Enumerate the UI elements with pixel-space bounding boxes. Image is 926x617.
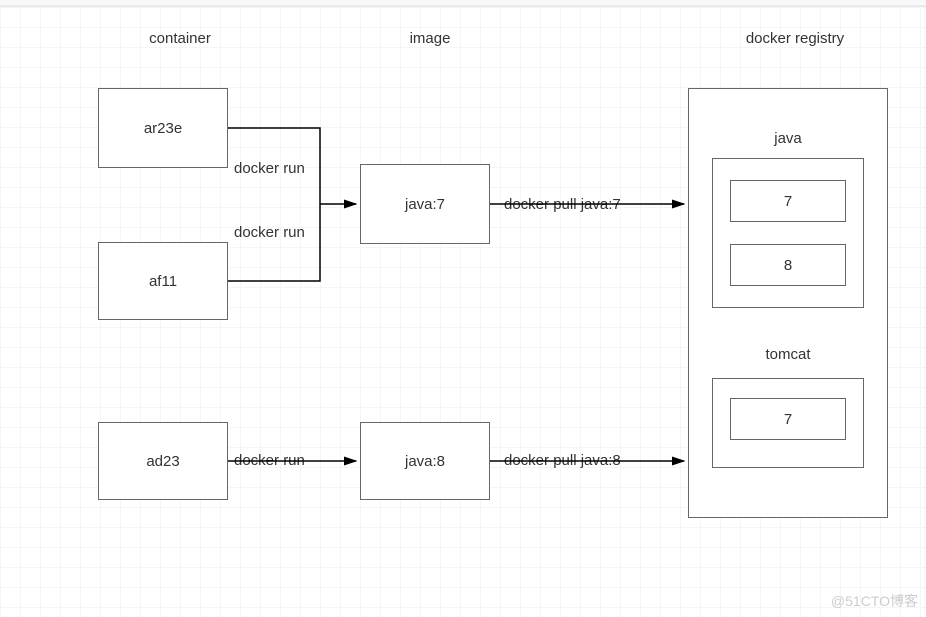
tag-box-tomcat-7: 7 — [730, 398, 846, 440]
watermark: @51CTO博客 — [831, 591, 918, 611]
container-label: ad23 — [146, 453, 179, 470]
image-box-java8: java:8 — [360, 422, 490, 500]
edge-label-pull2: docker pull java:8 — [504, 452, 621, 469]
tag-box-java-8: 8 — [730, 244, 846, 286]
edge-label-run3: docker run — [234, 452, 305, 469]
container-label: af11 — [149, 273, 177, 290]
container-box-ar23e: ar23e — [98, 88, 228, 168]
repo-label-tomcat: tomcat — [738, 346, 838, 363]
image-label: java:8 — [405, 453, 445, 470]
image-label: java:7 — [405, 196, 445, 213]
column-header-container: container — [120, 30, 240, 47]
column-header-registry: docker registry — [720, 30, 870, 47]
container-box-ad23: ad23 — [98, 422, 228, 500]
tag-label: 8 — [784, 257, 792, 274]
image-box-java7: java:7 — [360, 164, 490, 244]
tag-label: 7 — [784, 411, 792, 428]
edge-label-pull1: docker pull java:7 — [504, 196, 621, 213]
column-header-image: image — [370, 30, 490, 47]
edge-label-run1: docker run — [234, 160, 305, 177]
tag-label: 7 — [784, 193, 792, 210]
tag-box-java-7: 7 — [730, 180, 846, 222]
container-box-af11: af11 — [98, 242, 228, 320]
edge-label-run2: docker run — [234, 224, 305, 241]
container-label: ar23e — [144, 120, 182, 137]
repo-label-java: java — [738, 130, 838, 147]
